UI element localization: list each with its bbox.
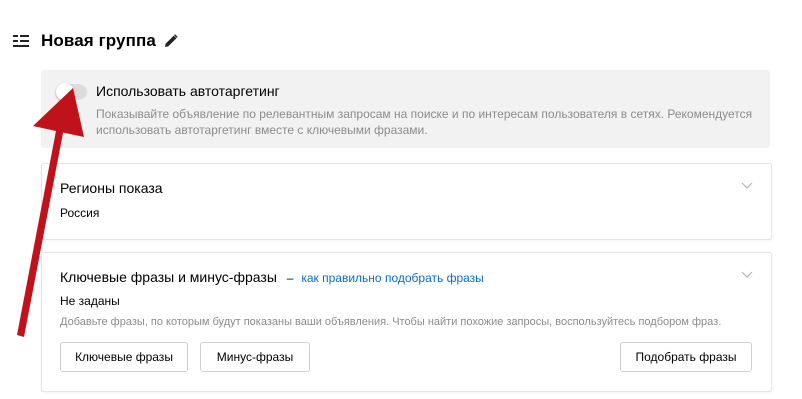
negative-keywords-button[interactable]: Минус-фразы [200, 342, 310, 372]
phrases-hint: Добавьте фразы, по которым будут показан… [60, 316, 722, 328]
toggle-knob [56, 83, 74, 101]
page-title: Новая группа [41, 31, 156, 50]
pencil-icon[interactable] [164, 34, 178, 48]
phrases-card: Ключевые фразы и минус-фразы – как прави… [41, 252, 772, 392]
autotargeting-toggle[interactable] [56, 83, 87, 101]
chevron-down-icon[interactable] [741, 271, 753, 279]
help-link[interactable]: как правильно подобрать фразы [301, 271, 483, 285]
group-header: Новая группа [13, 30, 178, 52]
phrases-title-row: Ключевые фразы и минус-фразы – как прави… [60, 269, 484, 285]
chevron-down-icon[interactable] [741, 182, 753, 190]
phrases-status: Не заданы [60, 294, 120, 308]
autotargeting-label: Использовать автотаргетинг [96, 83, 280, 99]
pick-phrases-button[interactable]: Подобрать фразы [620, 342, 752, 372]
title-separator: – [286, 271, 294, 285]
list-icon [13, 35, 29, 47]
keywords-button[interactable]: Ключевые фразы [60, 342, 188, 372]
phrases-title: Ключевые фразы и минус-фразы [60, 269, 277, 285]
regions-value: Россия [60, 206, 100, 220]
autotargeting-panel: Использовать автотаргетинг Показывайте о… [41, 70, 770, 148]
regions-title: Регионы показа [60, 180, 163, 196]
autotargeting-description: Показывайте объявление по релевантным за… [96, 107, 753, 137]
regions-card[interactable]: Регионы показа Россия [41, 163, 772, 240]
